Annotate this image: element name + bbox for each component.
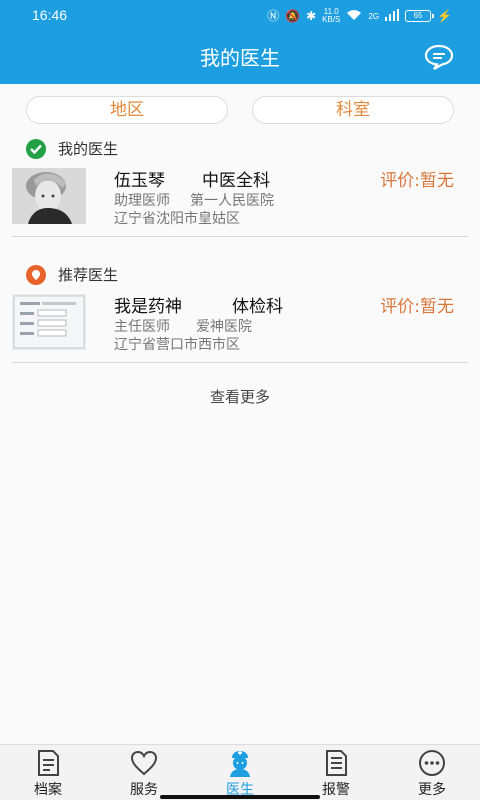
doctor-department: 中医全科: [202, 171, 270, 191]
battery-indicator: 65: [405, 10, 435, 22]
bottom-tab-bar: 档案 服务 医生 报警 更多: [0, 744, 480, 800]
status-bar: 16:46 Ⓝ 🔕 ✱ 11.0 KB/S 2G 65 ⚡: [0, 0, 480, 32]
divider: [12, 362, 468, 363]
alarm-document-icon: [326, 750, 347, 776]
home-indicator[interactable]: [160, 795, 320, 799]
my-doctors-heading: 我的医生: [26, 138, 118, 159]
view-more-link[interactable]: 查看更多: [0, 386, 480, 407]
recommended-doctors-heading: 推荐医生: [26, 264, 118, 285]
bluetooth-icon: ✱: [306, 9, 317, 23]
signal-icon: [385, 8, 400, 24]
tab-doctors[interactable]: 医生: [192, 745, 288, 800]
status-icons: Ⓝ 🔕 ✱ 11.0 KB/S 2G 65 ⚡: [267, 8, 452, 24]
doctor-name: 伍玉琴: [114, 171, 165, 191]
tab-services[interactable]: 服务: [96, 745, 192, 800]
divider: [12, 236, 468, 237]
doctor-address: 辽宁省沈阳市皇姑区: [114, 211, 240, 227]
network-type: 2G: [368, 11, 380, 21]
doctor-rating: 评价:暂无: [380, 297, 454, 317]
tab-more[interactable]: 更多: [384, 745, 480, 800]
chat-bubble-icon: [424, 44, 454, 70]
page-title: 我的医生: [200, 46, 280, 70]
doctor-icon: [230, 750, 250, 777]
location-pin-icon: [26, 264, 46, 285]
document-icon: [38, 750, 59, 776]
nfc-icon: Ⓝ: [267, 9, 280, 23]
speed-unit: KB/S: [322, 15, 341, 24]
doctor-meta: 主任医师 爱神医院: [114, 316, 252, 336]
tab-records[interactable]: 档案: [0, 745, 96, 800]
doctor-title: 主任医师: [114, 319, 170, 335]
tab-label: 更多: [418, 782, 446, 798]
section-title: 推荐医生: [58, 266, 119, 284]
status-time: 16:46: [32, 7, 68, 23]
doctor-hospital: 第一人民医院: [190, 193, 274, 209]
doctor-avatar: [12, 294, 86, 350]
message-button[interactable]: [424, 44, 456, 72]
more-dots-icon: [419, 750, 445, 776]
mute-icon: 🔕: [285, 9, 301, 23]
wifi-icon: [346, 9, 362, 24]
charging-icon: ⚡: [437, 9, 452, 23]
doctor-meta: 助理医师 第一人民医院: [114, 190, 274, 210]
doctor-rating: 评价:暂无: [380, 171, 454, 191]
doctor-avatar: [12, 168, 86, 224]
department-filter-button[interactable]: 科室: [252, 96, 454, 124]
doctor-card[interactable]: 伍玉琴 中医全科 评价:暂无 助理医师 第一人民医院 辽宁省沈阳市皇姑区: [12, 168, 468, 242]
region-filter-button[interactable]: 地区: [26, 96, 228, 124]
doctor-name: 我是药神: [114, 297, 182, 317]
doctor-card[interactable]: 我是药神 体检科 评价:暂无 主任医师 爱神医院 辽宁省营口市西市区: [12, 294, 468, 368]
check-circle-icon: [26, 138, 46, 159]
network-speed: 11.0 KB/S: [322, 8, 340, 24]
doctor-address: 辽宁省营口市西市区: [114, 337, 240, 353]
doctor-department: 体检科: [232, 297, 283, 317]
doctor-hospital: 爱神医院: [196, 319, 252, 335]
heart-icon: [130, 750, 158, 776]
tab-alarm[interactable]: 报警: [288, 745, 384, 800]
doctor-title: 助理医师: [114, 193, 170, 209]
app-header: 16:46 Ⓝ 🔕 ✱ 11.0 KB/S 2G 65 ⚡ 我的医生: [0, 0, 480, 84]
section-title: 我的医生: [58, 140, 119, 158]
tab-label: 档案: [34, 782, 62, 798]
